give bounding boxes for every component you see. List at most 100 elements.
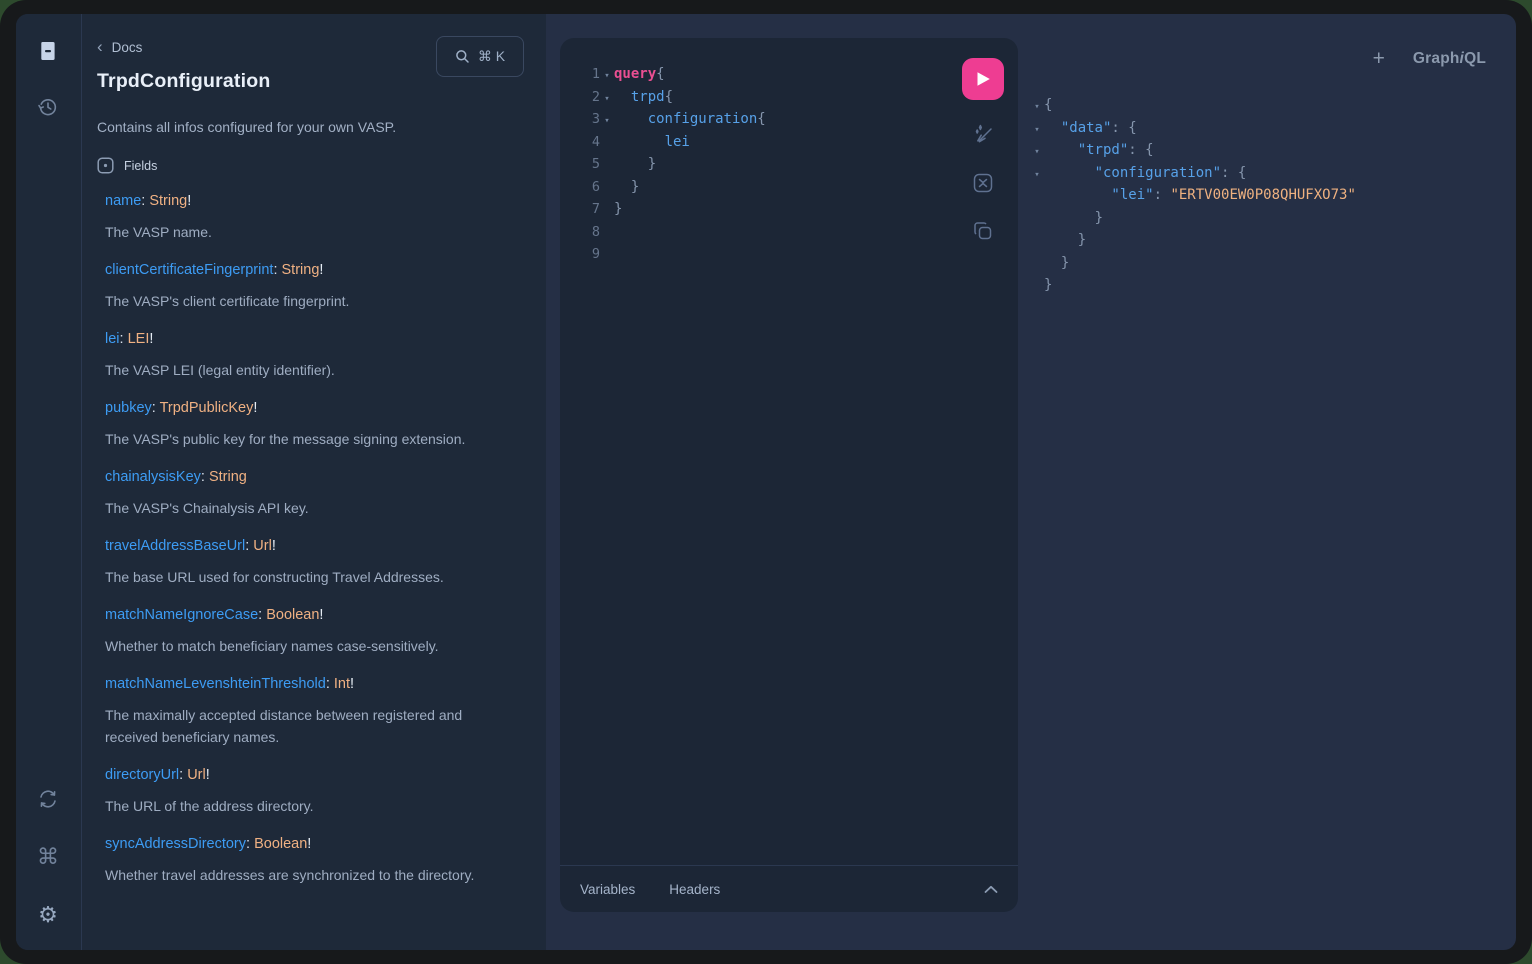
history-button[interactable] <box>33 92 63 122</box>
code-text: query{ <box>614 63 665 86</box>
search-shortcut-label: ⌘ K <box>478 48 505 65</box>
header-actions: + GraphiQL <box>1373 48 1486 69</box>
code-line: } <box>1030 229 1356 252</box>
field-description: The VASP's Chainalysis API key. <box>105 497 501 519</box>
field-description: The VASP's public key for the message si… <box>105 428 501 450</box>
field-description: Whether to match beneficiary names case-… <box>105 635 501 657</box>
tab-variables[interactable]: Variables <box>580 882 635 897</box>
line-number: 2 <box>580 86 600 109</box>
field-entry: matchNameLevenshteinThreshold: Int! The m… <box>105 676 526 748</box>
sidebar-top-group <box>16 36 80 122</box>
field-entry: clientCertificateFingerprint: String! The… <box>105 262 526 312</box>
code-line: ▾{ <box>1030 94 1356 117</box>
line-number: 4 <box>580 131 600 154</box>
field-description: Whether travel addresses are synchronize… <box>105 864 501 886</box>
code-text: lei <box>614 131 690 154</box>
editor-tools-footer: Variables Headers <box>560 865 1018 912</box>
fold-toggle-icon[interactable]: ▾ <box>600 65 614 88</box>
code-text: "data": { <box>1044 117 1137 140</box>
fields-list: name: String!The VASP name. clientCertifi… <box>97 193 526 886</box>
logo-part-graph: Graph <box>1413 50 1460 67</box>
left-panel-region: ⌘ ⚙ ‹ Docs <box>16 14 546 950</box>
code-line: } <box>1030 274 1356 297</box>
line-number: 5 <box>580 153 600 176</box>
field-description: The maximally accepted distance between … <box>105 704 501 748</box>
field-entry: directoryUrl: Url!The URL of the address… <box>105 767 526 817</box>
collapse-tools-button[interactable] <box>984 885 998 894</box>
refetch-schema-button[interactable] <box>33 784 63 814</box>
logo-part-ql: QL <box>1464 50 1486 67</box>
keyboard-shortcuts-button[interactable]: ⌘ <box>33 842 63 872</box>
field-name-link[interactable]: directoryUrl: Url! <box>105 767 210 783</box>
code-text: } <box>1044 274 1052 297</box>
line-number: 8 <box>580 221 600 244</box>
code-line: 6} <box>580 176 1018 199</box>
field-name-link[interactable]: chainalysisKey: String <box>105 469 247 485</box>
code-line: 7} <box>580 198 1018 221</box>
code-line: 5} <box>580 153 1018 176</box>
field-name-link[interactable]: travelAddressBaseUrl: Url! <box>105 538 276 554</box>
fields-label: Fields <box>124 159 157 173</box>
code-text: trpd{ <box>614 86 673 109</box>
field-entry: matchNameIgnoreCase: Boolean! Whether to … <box>105 607 526 657</box>
execute-query-button[interactable] <box>962 58 1004 100</box>
code-text: "lei": "ERTV00EW0P08QHUFXO73" <box>1044 184 1356 207</box>
play-icon <box>976 71 991 87</box>
fold-toggle-icon[interactable]: ▾ <box>1030 164 1044 187</box>
fold-toggle-icon[interactable]: ▾ <box>1030 119 1044 142</box>
code-text: } <box>614 176 639 199</box>
query-editor-container: 1▾query{2▾trpd{3▾configuration{4lei5}6}7… <box>560 38 1018 912</box>
search-icon <box>455 49 470 64</box>
field-name-link[interactable]: syncAddressDirectory: Boolean! <box>105 836 311 852</box>
add-tab-button[interactable]: + <box>1373 48 1385 69</box>
code-line: "lei": "ERTV00EW0P08QHUFXO73" <box>1030 184 1356 207</box>
code-line: ▾"trpd": { <box>1030 139 1356 162</box>
fold-toggle-icon[interactable]: ▾ <box>600 88 614 111</box>
copy-icon <box>971 219 995 243</box>
breadcrumb-label: Docs <box>112 40 143 55</box>
code-text: } <box>614 198 622 221</box>
docs-search-button[interactable]: ⌘ K <box>436 36 524 77</box>
code-text: } <box>1044 229 1086 252</box>
line-number: 1 <box>580 63 600 86</box>
line-number: 6 <box>580 176 600 199</box>
field-name-link[interactable]: matchNameLevenshteinThreshold: Int! <box>105 676 354 692</box>
docs-breadcrumb[interactable]: ‹ Docs <box>97 40 142 55</box>
gear-icon: ⚙ <box>38 904 58 926</box>
code-line: 8 <box>580 221 1018 244</box>
code-text: "trpd": { <box>1044 139 1154 162</box>
sidebar-bottom-group: ⌘ ⚙ <box>16 784 80 930</box>
query-editor[interactable]: 1▾query{2▾trpd{3▾configuration{4lei5}6}7… <box>560 38 1018 866</box>
merge-fragments-button[interactable] <box>970 170 996 196</box>
fold-toggle-icon[interactable]: ▾ <box>1030 141 1044 164</box>
field-name-link[interactable]: lei: LEI! <box>105 331 153 347</box>
field-entry: name: String!The VASP name. <box>105 193 526 243</box>
tab-headers[interactable]: Headers <box>669 882 720 897</box>
settings-button[interactable]: ⚙ <box>33 900 63 930</box>
field-name-link[interactable]: name: String! <box>105 193 191 209</box>
fold-toggle-icon[interactable]: ▾ <box>600 110 614 133</box>
prettify-wand-icon <box>971 123 995 147</box>
graphiql-app-window: ⌘ ⚙ ‹ Docs <box>16 14 1516 950</box>
code-line: } <box>1030 207 1356 230</box>
line-number: 9 <box>580 243 600 266</box>
fold-toggle-icon[interactable]: ▾ <box>1030 96 1044 119</box>
code-text: } <box>1044 207 1103 230</box>
field-description: The VASP's client certificate fingerprin… <box>105 290 501 312</box>
code-line: ▾"data": { <box>1030 117 1356 140</box>
history-clock-icon <box>36 95 60 119</box>
docs-type-description: Contains all infos configured for your o… <box>97 119 526 135</box>
docs-panel: ‹ Docs ⌘ K TrpdConfiguration Contains al… <box>81 14 546 950</box>
docs-button[interactable] <box>33 36 63 66</box>
field-entry: chainalysisKey: String The VASP's Chainal… <box>105 469 526 519</box>
graphiql-logo[interactable]: GraphiQL <box>1413 50 1486 68</box>
fields-icon <box>97 157 114 174</box>
field-name-link[interactable]: matchNameIgnoreCase: Boolean! <box>105 607 323 623</box>
command-icon: ⌘ <box>37 846 59 868</box>
code-line: } <box>1030 252 1356 275</box>
copy-query-button[interactable] <box>970 218 996 244</box>
field-name-link[interactable]: pubkey: TrpdPublicKey! <box>105 400 257 416</box>
field-name-link[interactable]: clientCertificateFingerprint: String! <box>105 262 323 278</box>
prettify-query-button[interactable] <box>970 122 996 148</box>
activity-sidebar: ⌘ ⚙ <box>16 14 82 950</box>
